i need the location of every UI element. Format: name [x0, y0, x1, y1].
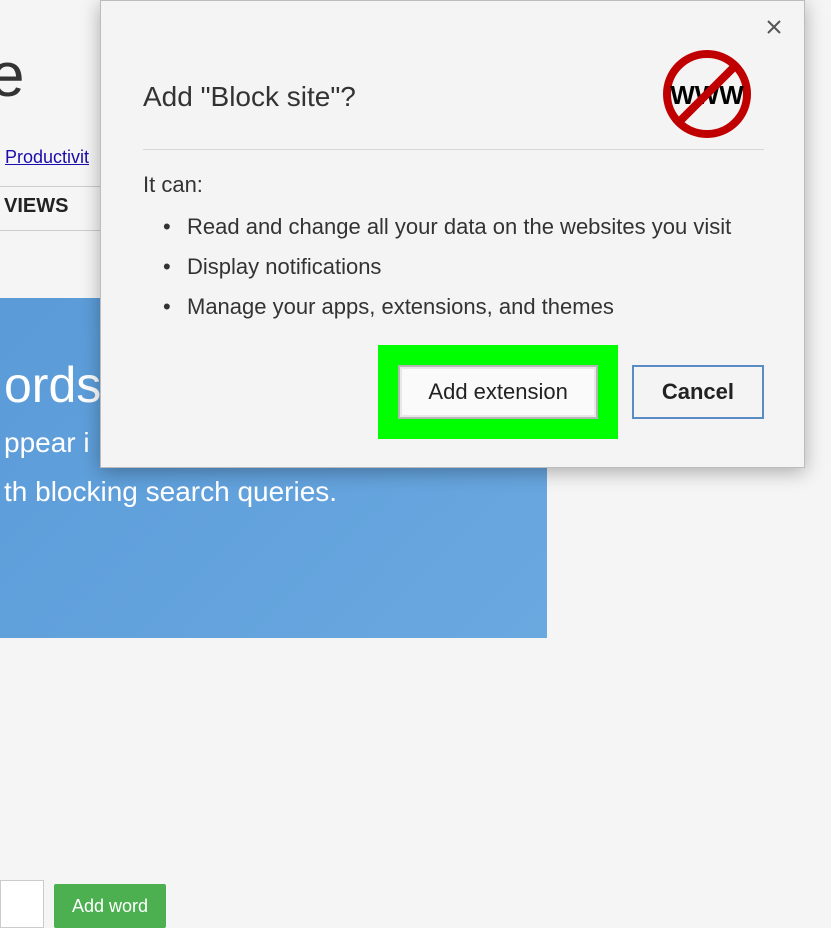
- highlight-annotation: Add extension: [378, 345, 617, 439]
- close-icon[interactable]: [760, 13, 788, 41]
- promo-text-line2: th blocking search queries.: [4, 472, 547, 511]
- permissions-heading: It can:: [143, 172, 764, 198]
- add-word-button[interactable]: Add word: [54, 884, 166, 928]
- extension-icon: WWW: [662, 49, 752, 139]
- add-word-area: Add word: [0, 824, 166, 928]
- category-link-productivity[interactable]: Productivit: [5, 147, 89, 168]
- store-title-fragment: e: [0, 40, 24, 111]
- install-extension-dialog: WWW Add "Block site"? It can: Read and c…: [100, 0, 805, 468]
- add-extension-button[interactable]: Add extension: [398, 365, 597, 419]
- permission-item: Display notifications: [163, 254, 764, 280]
- permissions-list: Read and change all your data on the web…: [143, 214, 764, 320]
- keyword-input[interactable]: [0, 880, 44, 928]
- permission-item: Read and change all your data on the web…: [163, 214, 764, 240]
- cancel-button[interactable]: Cancel: [632, 365, 764, 419]
- tab-views[interactable]: VIEWS: [4, 195, 68, 228]
- dialog-divider: [143, 149, 764, 150]
- permission-item: Manage your apps, extensions, and themes: [163, 294, 764, 320]
- dialog-button-row: Add extension Cancel: [378, 345, 764, 439]
